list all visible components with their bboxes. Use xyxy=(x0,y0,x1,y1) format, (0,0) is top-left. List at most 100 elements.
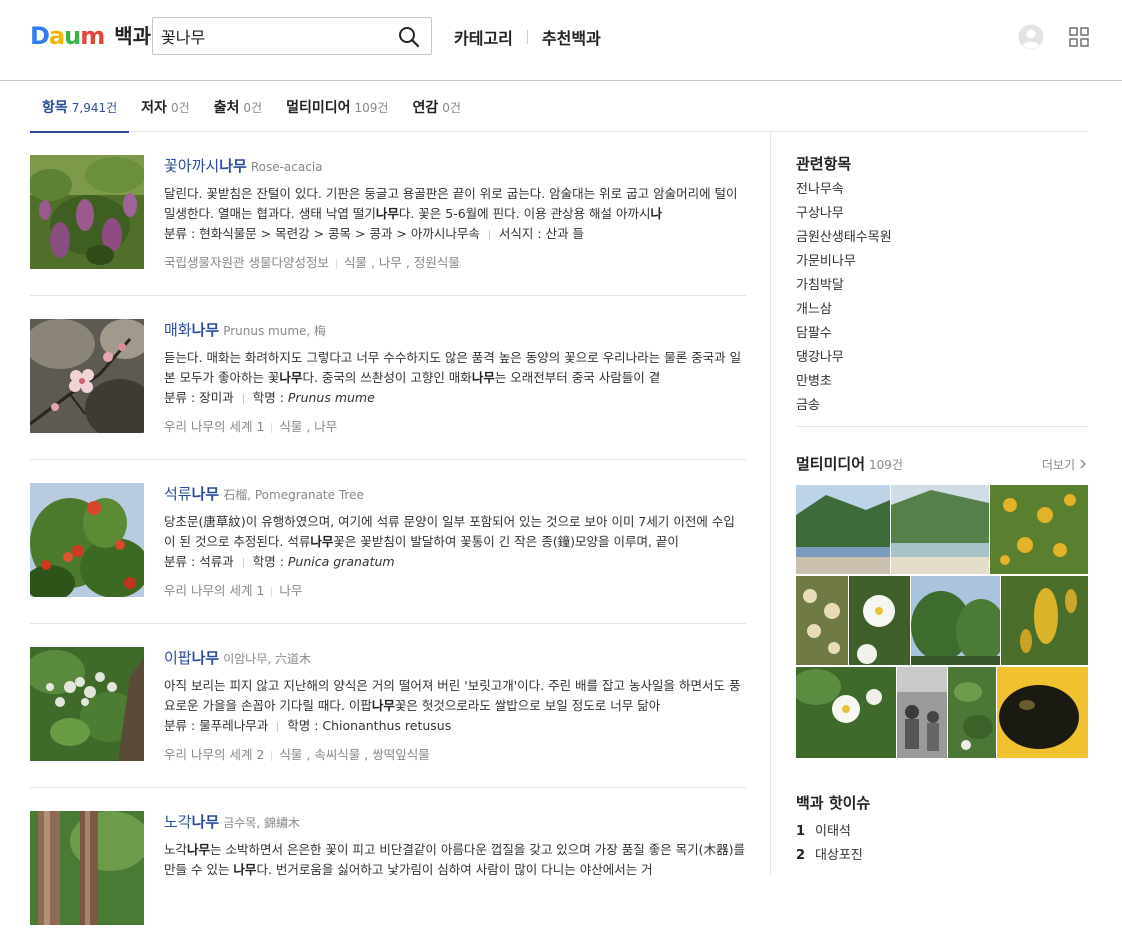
hot-issue-list: 1 이태석 2 대상포진 xyxy=(796,820,1088,868)
blossom-cluster-photo xyxy=(796,576,848,665)
result-title-link[interactable]: 꽃아까시나무 xyxy=(164,157,247,175)
more-link[interactable]: 더보기 xyxy=(1042,456,1088,473)
multimedia-photo-blossom-cluster[interactable] xyxy=(796,576,848,665)
search-input[interactable] xyxy=(161,24,383,48)
multimedia-photo-trees[interactable] xyxy=(911,576,1000,665)
result-subtitle: 石榴, Pomegranate Tree xyxy=(223,488,364,502)
hot-issue-rank: 2 xyxy=(796,848,806,863)
source-separator xyxy=(335,258,337,269)
related-title: 관련항목 xyxy=(796,155,852,173)
user-avatar-icon[interactable] xyxy=(1018,24,1044,50)
related-item[interactable]: 담팔수 xyxy=(796,326,832,341)
multimedia-photo-leaves[interactable] xyxy=(948,667,996,758)
title-highlight: 나무 xyxy=(191,485,220,503)
meta-label: 분류 xyxy=(164,718,188,733)
multimedia-photo-white-flower[interactable] xyxy=(849,576,910,665)
related-item[interactable]: 구상나무 xyxy=(796,206,844,221)
related-item[interactable]: 가침박달 xyxy=(796,278,844,293)
multimedia-photo-seed[interactable] xyxy=(997,667,1088,758)
related-item[interactable]: 댕강나무 xyxy=(796,350,844,365)
result-title: 노각나무 금수목, 錦繡木 xyxy=(164,812,746,833)
nav-recommended[interactable]: 추천백과 xyxy=(542,25,601,49)
tab-sources[interactable]: 출처 0건 xyxy=(202,82,274,132)
multimedia-photo-yellow-flowers[interactable] xyxy=(990,485,1088,574)
related-list: 전나무속 구상나무 금원산생태수목원 가문비나무 가침박달 개느삼 담팔수 댕강… xyxy=(796,178,1088,418)
logo-letter: a xyxy=(48,22,65,50)
yellow-flowers-photo xyxy=(990,485,1088,574)
source-link[interactable]: 우리 나무의 세계 1 xyxy=(164,583,264,598)
source-separator xyxy=(271,750,273,761)
logo-letter: m xyxy=(80,22,105,50)
result-title-link[interactable]: 이팝나무 xyxy=(164,649,219,667)
hot-issue-item[interactable]: 1 이태석 xyxy=(796,824,851,839)
result-body: 노각나무 금수목, 錦繡木 노각나무는 소박하면서 은은한 꽃이 피고 비단결같이… xyxy=(164,812,746,880)
nav-separator xyxy=(526,30,528,44)
source-link[interactable]: 우리 나무의 세계 2 xyxy=(164,747,264,762)
multimedia-photo-bw-people[interactable] xyxy=(897,667,947,758)
related-item[interactable]: 만병초 xyxy=(796,374,832,389)
chevron-right-icon xyxy=(1080,459,1086,469)
result-thumbnail[interactable] xyxy=(30,155,144,269)
logo-letter: D xyxy=(30,22,50,50)
related-item[interactable]: 전나무속 xyxy=(796,182,844,197)
search-box xyxy=(152,17,432,55)
result-tabs: 항목 7,941건 저자 0건 출처 0건 멀티미디어 109건 연감 0건 xyxy=(30,82,1088,133)
white-flower-photo xyxy=(849,576,910,665)
result-source: 우리 나무의 세계 2 식물 , 속씨식물 , 쌍떡잎식물 xyxy=(164,746,746,764)
multimedia-photo-beach[interactable] xyxy=(796,485,890,574)
yellow-catkins-photo xyxy=(1001,576,1088,665)
title-highlight: 나무 xyxy=(191,813,220,831)
multimedia-photo-camellia[interactable] xyxy=(796,667,896,758)
meta-label: 서식지 xyxy=(498,226,534,241)
meta-label: 학명 xyxy=(287,718,311,733)
result-title: 이팝나무 이암나무, 六道木 xyxy=(164,648,746,669)
result-thumbnail[interactable] xyxy=(30,811,144,925)
result-body: 꽃아까시나무 Rose-acacia 달린다. 꽃받침은 잔털이 있다. 기판은 … xyxy=(164,156,746,272)
hot-issue-item[interactable]: 2 대상포진 xyxy=(796,848,863,863)
app-grid-icon[interactable] xyxy=(1069,27,1089,47)
hot-issue-rank: 1 xyxy=(796,824,806,839)
tab-count: 0건 xyxy=(170,100,190,115)
related-item[interactable]: 가문비나무 xyxy=(796,254,856,269)
multimedia-photo-coast[interactable] xyxy=(891,485,989,574)
meta-value: 물푸레나무과 xyxy=(199,718,269,733)
meta-separator xyxy=(242,393,244,404)
result-thumbnail[interactable] xyxy=(30,647,144,761)
result-body: 석류나무 石榴, Pomegranate Tree 당초문(唐草紋)이 유행하였으… xyxy=(164,484,746,600)
result-list: 꽃아까시나무 Rose-acacia 달린다. 꽃받침은 잔털이 있다. 기판은 … xyxy=(30,132,746,952)
result-title-link[interactable]: 노각나무 xyxy=(164,813,219,831)
source-link[interactable]: 우리 나무의 세계 1 xyxy=(164,419,264,434)
nav-category[interactable]: 카테고리 xyxy=(454,25,513,49)
multimedia-title-text: 멀티미디어 xyxy=(796,454,866,473)
related-item[interactable]: 금원산생태수목원 xyxy=(796,230,892,245)
tab-multimedia[interactable]: 멀티미디어 109건 xyxy=(274,82,400,132)
related-item[interactable]: 금송 xyxy=(796,398,820,413)
multimedia-photo-yellow-catkins[interactable] xyxy=(1001,576,1088,665)
daum-logo[interactable]: Daum 백과 xyxy=(30,22,151,50)
logo-letter: u xyxy=(64,22,81,50)
pomegranate-photo xyxy=(30,483,144,597)
tab-count: 7,941건 xyxy=(71,100,118,115)
fringe-tree-photo xyxy=(30,647,144,761)
tab-items[interactable]: 항목 7,941건 xyxy=(30,82,130,133)
tab-authors[interactable]: 저자 0건 xyxy=(129,82,201,132)
result-title-link[interactable]: 매화나무 xyxy=(164,321,219,339)
seed-photo xyxy=(997,667,1088,758)
title-text: 노각 xyxy=(164,813,192,831)
title-highlight: 나무 xyxy=(191,321,220,339)
result-title-link[interactable]: 석류나무 xyxy=(164,485,219,503)
tab-yearbook[interactable]: 연감 0건 xyxy=(400,82,472,132)
source-link[interactable]: 국립생물자원관 생물다양성정보 xyxy=(164,255,329,270)
result-item: 노각나무 금수목, 錦繡木 노각나무는 소박하면서 은은한 꽃이 피고 비단결같이… xyxy=(30,788,746,952)
tab-count: 109건 xyxy=(354,100,389,115)
multimedia-title: 멀티미디어 109건 xyxy=(796,454,903,475)
related-item[interactable]: 개느삼 xyxy=(796,302,832,317)
tab-count: 0건 xyxy=(442,100,461,115)
result-body: 이팝나무 이암나무, 六道木 아직 보리는 피지 않고 지난해의 양식은 거의 떨… xyxy=(164,648,746,764)
search-button[interactable] xyxy=(397,25,421,49)
result-body: 매화나무 Prunus mume, 梅 듣는다. 매화는 화려하지도 그렇다고 너… xyxy=(164,320,746,436)
result-subtitle: Prunus mume, 梅 xyxy=(223,324,327,338)
title-text: 매화 xyxy=(164,321,192,339)
result-thumbnail[interactable] xyxy=(30,483,144,597)
result-thumbnail[interactable] xyxy=(30,319,144,433)
